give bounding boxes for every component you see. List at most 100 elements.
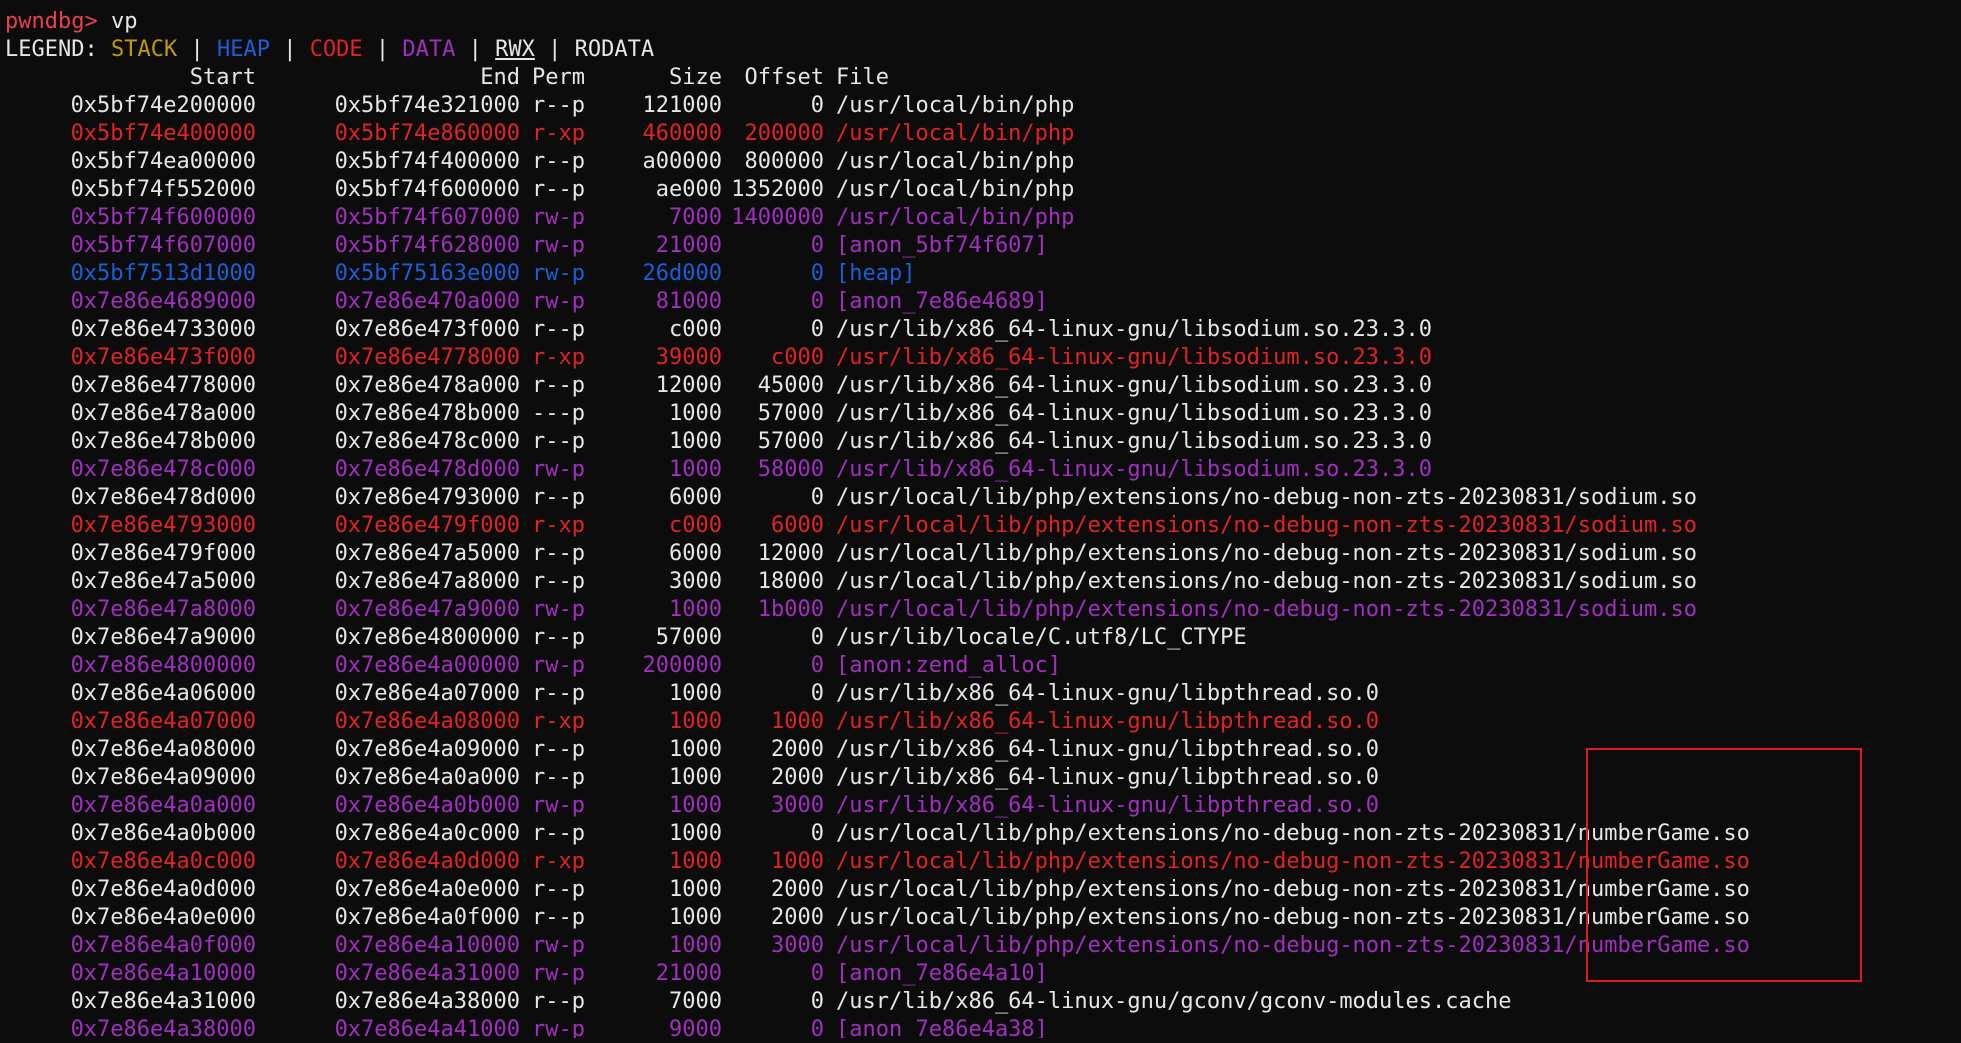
table-row: 0x7e86e478b000 0x7e86e478c000 r--p 1000 5700…	[5, 428, 1955, 456]
cell-size: 1000	[669, 737, 722, 762]
cell-start: 0x7e86e4a0d000	[70, 877, 256, 902]
cell-perm: r--p	[532, 625, 585, 650]
cell-start: 0x7e86e478b000	[70, 429, 256, 454]
cell-offset: 800000	[744, 149, 824, 174]
cell-start: 0x5bf74ea00000	[70, 149, 256, 174]
cell-end: 0x7e86e4a41000	[334, 1017, 520, 1038]
table-row: 0x7e86e478c000 0x7e86e478d000 rw-p 1000 5800…	[5, 456, 1955, 484]
cell-end: 0x5bf75163e000	[334, 261, 520, 286]
table-row: 0x7e86e473f000 0x7e86e4778000 r-xp 39000 c00…	[5, 344, 1955, 372]
cell-size: 1000	[669, 877, 722, 902]
table-row: 0x7e86e4a0b000 0x7e86e4a0c000 r--p 1000 0/us…	[5, 820, 1955, 848]
cell-end: 0x7e86e4a08000	[334, 709, 520, 734]
cell-offset: 2000	[771, 877, 824, 902]
cell-perm: r--p	[532, 765, 585, 790]
header-offset: Offset	[744, 65, 824, 90]
cell-end: 0x7e86e4a31000	[334, 961, 520, 986]
cell-perm: r--p	[532, 989, 585, 1014]
cell-file: /usr/local/lib/php/extensions/no-debug-n…	[836, 821, 1750, 846]
cell-perm: r-xp	[532, 121, 585, 146]
cell-start: 0x5bf74f600000	[70, 205, 256, 230]
cell-perm: rw-p	[532, 961, 585, 986]
cell-offset: 2000	[771, 765, 824, 790]
cell-file: /usr/local/bin/php	[836, 93, 1075, 118]
table-row: 0x7e86e4a31000 0x7e86e4a38000 r--p 7000 0/us…	[5, 988, 1955, 1016]
legend-separator: |	[375, 37, 390, 62]
cell-file: /usr/local/lib/php/extensions/no-debug-n…	[836, 933, 1750, 958]
cell-file: /usr/local/lib/php/extensions/no-debug-n…	[836, 569, 1697, 594]
cell-offset: 2000	[771, 905, 824, 930]
legend-rodata: RODATA	[574, 37, 655, 62]
cell-start: 0x5bf74f552000	[70, 177, 256, 202]
table-row: 0x7e86e4689000 0x7e86e470a000 rw-p 81000 0 [a…	[5, 288, 1955, 316]
table-row: 0x5bf74e200000 0x5bf74e321000 r--p 121000 0 /…	[5, 92, 1955, 120]
header-file: File	[836, 65, 889, 90]
cell-size: 121000	[642, 93, 722, 118]
cell-end: 0x7e86e470a000	[334, 289, 520, 314]
cell-end: 0x7e86e478b000	[334, 401, 520, 426]
terminal-window[interactable]: pwndbg> vp LEGEND: STACK | HEAP | CODE |…	[5, 8, 1955, 1038]
cell-offset: 0	[810, 289, 824, 314]
cell-file: /usr/lib/x86_64-linux-gnu/gconv/gconv-mo…	[836, 989, 1512, 1014]
cell-end: 0x7e86e4a0b000	[334, 793, 520, 818]
cell-perm: rw-p	[532, 933, 585, 958]
cell-offset: 200000	[744, 121, 824, 146]
cell-offset: 58000	[757, 457, 824, 482]
cell-size: 1000	[669, 933, 722, 958]
cell-file: [anon_5bf74f607]	[836, 233, 1048, 258]
cell-size: 1000	[669, 401, 722, 426]
memory-map-table: 0x5bf74e200000 0x5bf74e321000 r--p 121000 0 /…	[5, 92, 1955, 1038]
cell-end: 0x7e86e47a5000	[334, 541, 520, 566]
cell-file: /usr/local/lib/php/extensions/no-debug-n…	[836, 905, 1750, 930]
cell-end: 0x7e86e4a10000	[334, 933, 520, 958]
cell-size: 1000	[669, 765, 722, 790]
cell-size: 7000	[669, 205, 722, 230]
cell-end: 0x5bf74f607000	[334, 205, 520, 230]
cell-file: /usr/local/lib/php/extensions/no-debug-n…	[836, 541, 1697, 566]
cell-size: c000	[669, 513, 722, 538]
cell-file: /usr/local/lib/php/extensions/no-debug-n…	[836, 485, 1697, 510]
cell-start: 0x7e86e478c000	[70, 457, 256, 482]
cell-perm: r--p	[532, 373, 585, 398]
cell-end: 0x7e86e478a000	[334, 373, 520, 398]
cell-file: /usr/local/lib/php/extensions/no-debug-n…	[836, 513, 1697, 538]
cell-size: 1000	[669, 849, 722, 874]
cell-perm: rw-p	[532, 261, 585, 286]
cell-file: /usr/lib/locale/C.utf8/LC_CTYPE	[836, 625, 1247, 650]
cell-file: /usr/local/lib/php/extensions/no-debug-n…	[836, 877, 1750, 902]
command-text: vp	[110, 9, 138, 34]
cell-end: 0x5bf74e321000	[334, 93, 520, 118]
cell-start: 0x7e86e4793000	[70, 513, 256, 538]
cell-size: c000	[669, 317, 722, 342]
cell-file: [anon_7e86e4a10]	[836, 961, 1048, 986]
cell-size: 200000	[642, 653, 722, 678]
cell-perm: rw-p	[532, 597, 585, 622]
legend-rwx: RWX	[495, 37, 535, 62]
cell-perm: r-xp	[532, 849, 585, 874]
cell-offset: 0	[810, 261, 824, 286]
legend-stack: STACK	[110, 37, 178, 62]
cell-perm: r--p	[532, 93, 585, 118]
cell-start: 0x5bf74e200000	[70, 93, 256, 118]
table-row: 0x5bf74e400000 0x5bf74e860000 r-xp 460000 20…	[5, 120, 1955, 148]
prompt-label: pwndbg>	[5, 9, 98, 34]
cell-start: 0x7e86e4a38000	[70, 1017, 256, 1038]
cell-size: 9000	[669, 1017, 722, 1038]
cell-offset: 0	[810, 317, 824, 342]
cell-size: 81000	[655, 289, 722, 314]
cell-file: [anon:zend_alloc]	[836, 653, 1062, 678]
cell-perm: rw-p	[532, 289, 585, 314]
cell-file: /usr/local/lib/php/extensions/no-debug-n…	[836, 597, 1697, 622]
cell-offset: 2000	[771, 737, 824, 762]
table-row: 0x7e86e4a0e000 0x7e86e4a0f000 r--p 1000 2000…	[5, 904, 1955, 932]
cell-perm: r--p	[532, 877, 585, 902]
cell-end: 0x7e86e4a0d000	[334, 849, 520, 874]
cell-end: 0x7e86e478c000	[334, 429, 520, 454]
cell-end: 0x7e86e4a0c000	[334, 821, 520, 846]
cell-offset: 1000	[771, 709, 824, 734]
cell-size: 3000	[669, 569, 722, 594]
cell-offset: 0	[810, 681, 824, 706]
cell-file: /usr/local/bin/php	[836, 121, 1075, 146]
cell-end: 0x7e86e47a8000	[334, 569, 520, 594]
header-size: Size	[669, 65, 722, 90]
